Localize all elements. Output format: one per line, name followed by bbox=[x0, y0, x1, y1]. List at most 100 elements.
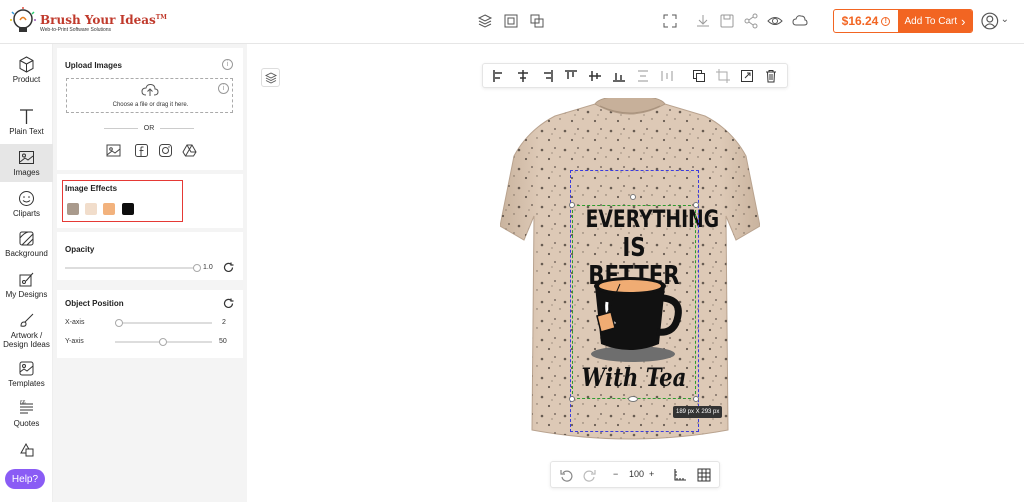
brush-icon bbox=[20, 313, 34, 327]
resize-handle-top-left[interactable] bbox=[569, 202, 575, 208]
rail-item-plain-text[interactable]: Plain Text bbox=[0, 108, 53, 142]
reset-icon[interactable] bbox=[223, 262, 234, 273]
price-display[interactable]: $16.24 ! bbox=[834, 10, 898, 32]
rail-item-images[interactable]: Images bbox=[0, 144, 53, 182]
copy-icon[interactable] bbox=[692, 69, 706, 83]
distribute-horizontal-icon[interactable] bbox=[660, 69, 674, 83]
preview-eye-icon[interactable] bbox=[767, 13, 783, 29]
align-bottom-icon[interactable] bbox=[612, 69, 626, 83]
zoom-out-button[interactable]: − bbox=[613, 469, 618, 479]
image-effects-highlight bbox=[62, 180, 183, 222]
side-panel: Upload Images i i Choose a file or drag … bbox=[53, 44, 247, 502]
chevron-right-icon: › bbox=[961, 13, 966, 29]
effect-swatch-black[interactable] bbox=[122, 203, 134, 215]
rail-item-quotes[interactable]: 66 Quotes bbox=[0, 400, 53, 434]
download-icon[interactable] bbox=[695, 13, 711, 29]
shapes-icon bbox=[20, 442, 34, 457]
quotes-icon: 66 bbox=[20, 400, 33, 414]
opacity-slider[interactable] bbox=[65, 267, 197, 269]
facebook-icon[interactable] bbox=[134, 143, 149, 158]
align-center-icon[interactable] bbox=[516, 69, 530, 83]
redo-icon[interactable] bbox=[583, 468, 597, 482]
align-left-icon[interactable] bbox=[492, 69, 506, 83]
x-axis-slider-handle[interactable] bbox=[115, 319, 123, 327]
cube-icon bbox=[19, 56, 34, 73]
user-icon bbox=[981, 12, 999, 30]
x-axis-slider[interactable] bbox=[115, 322, 212, 324]
rail-label: Quotes bbox=[13, 419, 40, 428]
price-box: $16.24 ! Add To Cart › bbox=[833, 9, 973, 33]
rail-item-cliparts[interactable]: Cliparts bbox=[0, 190, 53, 224]
grid-icon[interactable] bbox=[697, 468, 711, 482]
dropzone-text: Choose a file or drag it here. bbox=[112, 102, 189, 108]
resize-handle-top-right[interactable] bbox=[693, 202, 699, 208]
zoom-toolbar: − 100 + bbox=[550, 461, 720, 488]
y-axis-slider-handle[interactable] bbox=[159, 338, 167, 346]
rail-label: Templates bbox=[8, 379, 45, 388]
rail-item-artwork[interactable]: Artwork / Design Ideas bbox=[0, 312, 53, 352]
zoom-in-button[interactable]: + bbox=[649, 469, 654, 479]
save-icon[interactable] bbox=[719, 13, 735, 29]
rotate-handle[interactable] bbox=[630, 194, 636, 200]
replace-image-icon[interactable] bbox=[740, 69, 754, 83]
x-axis-label: X-axis bbox=[65, 319, 85, 326]
object-position-card: Object Position X-axis 2 Y-axis 50 bbox=[57, 290, 243, 358]
upload-images-title: Upload Images bbox=[65, 61, 122, 70]
instagram-icon[interactable] bbox=[158, 143, 173, 158]
resize-handle-bottom-left[interactable] bbox=[569, 396, 575, 402]
rail-item-my-designs[interactable]: My Designs bbox=[0, 271, 53, 305]
duplicate-view-icon[interactable] bbox=[529, 13, 545, 29]
smiley-icon bbox=[19, 191, 34, 206]
brand-logo[interactable]: Brush Your IdeasTM Web-to-Print Software… bbox=[10, 7, 167, 37]
y-axis-label: Y-axis bbox=[65, 338, 84, 345]
align-top-icon[interactable] bbox=[564, 69, 578, 83]
dropzone-info-icon[interactable]: i bbox=[218, 83, 229, 94]
distribute-vertical-icon[interactable] bbox=[636, 69, 650, 83]
align-middle-icon[interactable] bbox=[588, 69, 602, 83]
opacity-value: 1.0 bbox=[203, 264, 213, 271]
fullscreen-icon[interactable] bbox=[662, 13, 678, 29]
resize-handle-bottom-right[interactable] bbox=[693, 396, 699, 402]
more-options-handle[interactable] bbox=[628, 396, 638, 402]
price-info-icon[interactable]: ! bbox=[881, 16, 891, 26]
cloud-upload-icon bbox=[141, 83, 159, 96]
templates-icon bbox=[19, 361, 34, 376]
gallery-source-icon[interactable] bbox=[106, 143, 121, 158]
text-icon bbox=[20, 109, 33, 124]
cloud-icon[interactable] bbox=[792, 13, 808, 29]
align-right-icon[interactable] bbox=[540, 69, 554, 83]
price-value: $16.24 bbox=[841, 14, 879, 28]
layers-icon bbox=[264, 71, 277, 84]
effect-swatch-taupe[interactable] bbox=[67, 203, 79, 215]
opacity-slider-handle[interactable] bbox=[193, 264, 201, 272]
rail-item-background[interactable]: Background bbox=[0, 230, 53, 264]
crop-icon[interactable] bbox=[716, 69, 730, 83]
info-icon[interactable]: i bbox=[222, 59, 233, 70]
lightbulb-icon bbox=[10, 7, 36, 37]
trash-icon[interactable] bbox=[764, 69, 778, 83]
or-divider: OR bbox=[104, 125, 194, 132]
reset-icon[interactable] bbox=[223, 298, 234, 309]
google-drive-icon[interactable] bbox=[182, 143, 197, 158]
layers-3d-icon[interactable] bbox=[477, 13, 493, 29]
image-icon bbox=[19, 151, 34, 164]
opacity-card: Opacity 1.0 bbox=[57, 232, 243, 280]
rail-item-templates[interactable]: Templates bbox=[0, 360, 53, 394]
effect-swatch-peach[interactable] bbox=[103, 203, 115, 215]
frame-icon[interactable] bbox=[503, 13, 519, 29]
share-icon[interactable] bbox=[743, 13, 759, 29]
x-axis-value: 2 bbox=[222, 319, 226, 326]
object-toolbar bbox=[482, 63, 788, 88]
rail-item-product[interactable]: Product bbox=[0, 56, 53, 90]
rail-item-shapes[interactable] bbox=[0, 441, 53, 461]
add-to-cart-button[interactable]: Add To Cart › bbox=[898, 10, 972, 32]
file-dropzone[interactable]: i Choose a file or drag it here. bbox=[66, 78, 233, 113]
undo-icon[interactable] bbox=[559, 468, 573, 482]
ruler-icon[interactable] bbox=[673, 468, 687, 482]
add-to-cart-label: Add To Cart bbox=[904, 15, 958, 27]
user-menu[interactable]: ⌄ bbox=[981, 11, 1009, 31]
layers-button[interactable] bbox=[261, 68, 280, 87]
rail-label: Product bbox=[12, 75, 41, 84]
effect-swatch-cream[interactable] bbox=[85, 203, 97, 215]
help-button[interactable]: Help? bbox=[5, 469, 45, 489]
